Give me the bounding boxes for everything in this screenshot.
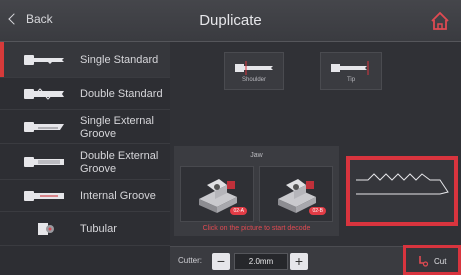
sidebar-item-label: Double External Groove bbox=[80, 150, 159, 175]
cutter-increase-button[interactable]: + bbox=[290, 253, 308, 270]
sidebar-item-tubular[interactable]: Tubular bbox=[0, 212, 170, 246]
sidebar-item-label: Single External Groove bbox=[80, 115, 154, 140]
double-groove-key-icon bbox=[24, 157, 64, 167]
top-bar: Back Duplicate bbox=[0, 0, 461, 42]
tip-key-icon bbox=[331, 61, 369, 75]
key-profile-outline bbox=[356, 173, 449, 195]
jaw-badge: 02-B bbox=[309, 207, 326, 215]
decode-hint: Click on the picture to start decode bbox=[202, 225, 311, 232]
sidebar-item-single-external-groove[interactable]: Single External Groove bbox=[0, 110, 170, 144]
shoulder-key-icon bbox=[235, 61, 273, 75]
page-title: Duplicate bbox=[199, 12, 262, 29]
sidebar-item-single-standard[interactable]: Single Standard bbox=[0, 42, 170, 78]
internal-groove-key-icon bbox=[24, 191, 64, 201]
jaw-badge: 02-A bbox=[230, 207, 247, 215]
shoulder-label: Shoulder bbox=[241, 77, 267, 83]
sidebar-item-label: Single Standard bbox=[80, 54, 159, 66]
jaw-option-a[interactable]: 02-A bbox=[180, 166, 254, 222]
duplicate-main-panel: Shoulder Tip Jaw 02-A 02-B Click on the … bbox=[170, 42, 461, 275]
jaw-option-b[interactable]: 02-B bbox=[259, 166, 333, 222]
single-key-icon bbox=[24, 55, 64, 65]
key-profile-preview[interactable] bbox=[346, 156, 458, 226]
sidebar-item-label: Tubular bbox=[80, 223, 117, 235]
groove-key-icon bbox=[24, 122, 64, 132]
shoulder-position-option[interactable]: Shoulder bbox=[224, 52, 284, 90]
cutter-size-field[interactable]: 2.0mm bbox=[234, 253, 288, 270]
home-icon bbox=[431, 11, 449, 30]
cut-label: Cut bbox=[434, 257, 447, 266]
key-type-sidebar: Single Standard Double Standard Single E… bbox=[0, 42, 170, 275]
sidebar-item-double-external-groove[interactable]: Double External Groove bbox=[0, 144, 170, 180]
double-key-icon bbox=[24, 88, 64, 100]
sidebar-item-label: Internal Groove bbox=[80, 190, 156, 202]
sidebar-item-label: Double Standard bbox=[80, 88, 163, 100]
cut-button[interactable]: Cut bbox=[403, 245, 461, 275]
cut-icon bbox=[419, 256, 429, 267]
jaw-title: Jaw bbox=[250, 152, 263, 159]
jaw-panel: Jaw 02-A 02-B Click on the picture to st… bbox=[174, 146, 339, 236]
tip-position-option[interactable]: Tip bbox=[320, 52, 382, 90]
tip-label: Tip bbox=[346, 77, 356, 83]
tubular-key-icon bbox=[38, 223, 54, 235]
cutter-decrease-button[interactable]: − bbox=[212, 253, 230, 270]
cutter-label: Cutter: bbox=[178, 256, 203, 265]
home-button[interactable] bbox=[429, 10, 451, 32]
sidebar-item-double-standard[interactable]: Double Standard bbox=[0, 78, 170, 110]
sidebar-item-internal-groove[interactable]: Internal Groove bbox=[0, 180, 170, 212]
